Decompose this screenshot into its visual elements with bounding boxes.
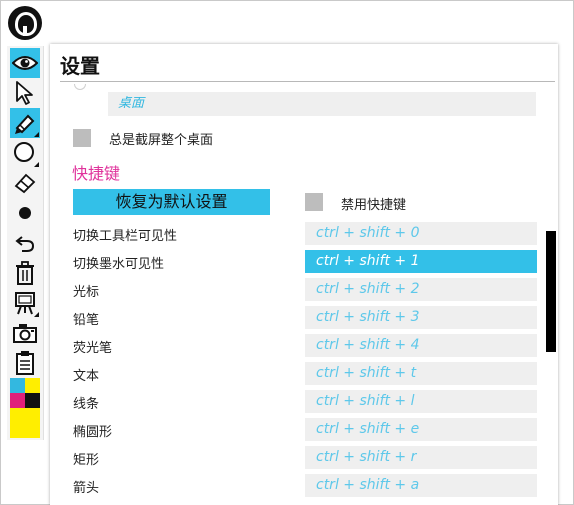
current-color-swatch[interactable]: [10, 408, 40, 438]
clipboard-icon[interactable]: [10, 348, 40, 378]
radio-button[interactable]: [74, 84, 86, 90]
hotkey-field[interactable]: ctrl + shift + r: [305, 446, 537, 469]
color-swatch-black[interactable]: [25, 393, 40, 408]
color-palette: [10, 378, 40, 438]
hotkey-field[interactable]: ctrl + shift + 0: [305, 222, 537, 245]
hotkeys-section-title: 快捷键: [72, 164, 121, 183]
disable-hotkeys-checkbox[interactable]: [305, 193, 323, 211]
ellipse-icon[interactable]: [10, 138, 40, 168]
hotkey-label: 荧光笔: [73, 341, 113, 356]
dot-icon[interactable]: [10, 198, 40, 228]
title-divider: [60, 81, 555, 82]
color-swatch-magenta[interactable]: [10, 393, 25, 408]
trash-icon[interactable]: [10, 258, 40, 288]
desktop-field[interactable]: 桌面: [108, 92, 536, 116]
color-swatch-cyan[interactable]: [10, 378, 25, 393]
hotkey-label: 切换工具栏可见性: [73, 229, 178, 244]
capture-whole-desktop-checkbox[interactable]: [73, 129, 91, 147]
hotkey-label: 光标: [73, 285, 100, 300]
hotkey-field[interactable]: ctrl + shift + a: [305, 474, 537, 497]
toolbar: [7, 46, 44, 440]
cursor-icon[interactable]: [10, 78, 40, 108]
easel-icon[interactable]: [10, 288, 40, 318]
eye-icon[interactable]: [10, 48, 40, 78]
hotkey-label: 文本: [73, 369, 100, 384]
hotkey-label: 切换墨水可见性: [73, 257, 165, 272]
undo-icon[interactable]: [10, 228, 40, 258]
hotkey-field[interactable]: ctrl + shift + l: [305, 390, 537, 413]
hotkey-label: 矩形: [73, 453, 100, 468]
scrollbar[interactable]: [546, 231, 556, 352]
pen-icon[interactable]: [10, 108, 40, 138]
settings-panel: 设置 桌面 总是截屏整个桌面 快捷键 恢复为默认设置 禁用快捷键 切换工具栏可见…: [50, 44, 558, 505]
hotkey-label: 箭头: [73, 481, 100, 496]
camera-icon[interactable]: [10, 318, 40, 348]
hotkey-field[interactable]: ctrl + shift + e: [305, 418, 537, 441]
reset-defaults-button[interactable]: 恢复为默认设置: [73, 189, 270, 215]
hotkey-field[interactable]: ctrl + shift + t: [305, 362, 537, 385]
eraser-icon[interactable]: [10, 168, 40, 198]
hotkey-field[interactable]: ctrl + shift + 4: [305, 334, 537, 357]
hotkey-field[interactable]: ctrl + shift + 3: [305, 306, 537, 329]
hotkey-label: 铅笔: [73, 313, 100, 328]
panel-title: 设置: [60, 54, 100, 78]
color-swatch-yellow[interactable]: [25, 378, 40, 393]
hotkey-label: 线条: [73, 397, 100, 412]
disable-hotkeys-label: 禁用快捷键: [341, 198, 407, 213]
hotkey-label: 椭圆形: [73, 425, 113, 440]
capture-whole-desktop-label: 总是截屏整个桌面: [109, 133, 214, 148]
pen-logo-icon[interactable]: [8, 6, 42, 40]
hotkey-field[interactable]: ctrl + shift + 1: [305, 250, 537, 273]
hotkey-field[interactable]: ctrl + shift + 2: [305, 278, 537, 301]
